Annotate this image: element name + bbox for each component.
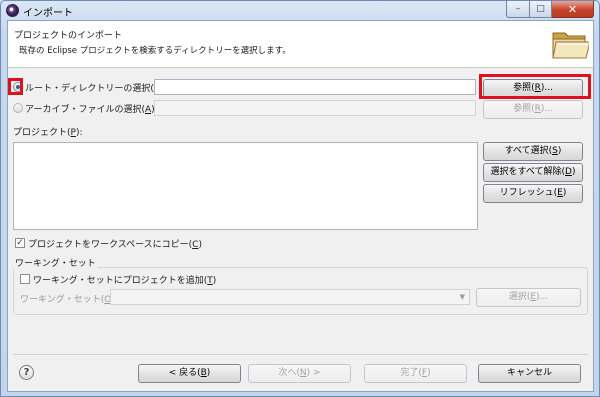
close-icon: ✕ xyxy=(567,2,578,16)
add-to-working-set-checkbox[interactable] xyxy=(20,274,30,284)
archive-file-input[interactable] xyxy=(154,100,476,116)
next-button[interactable]: 次へ(N) > xyxy=(248,364,351,383)
projects-list[interactable] xyxy=(13,142,478,230)
select-all-button[interactable]: すべて選択(S) xyxy=(483,142,583,161)
back-button[interactable]: < 戻る(B) xyxy=(138,364,241,383)
root-directory-input[interactable] xyxy=(154,79,476,95)
help-icon[interactable]: ? xyxy=(19,365,34,380)
archive-browse-button[interactable]: 参照(R)... xyxy=(483,100,583,119)
working-set-group-title: ワーキング・セット xyxy=(13,256,98,269)
folder-icon xyxy=(552,32,589,59)
finish-button[interactable]: 完了(F) xyxy=(364,364,467,383)
add-to-working-set-label: ワーキング・セットにプロジェクトを追加(T) xyxy=(33,276,217,286)
root-directory-label: ルート・ディレクトリーの選択(T): xyxy=(25,84,166,94)
working-set-select-button[interactable]: 選択(E)... xyxy=(476,288,581,307)
maximize-icon: □ xyxy=(536,4,545,14)
window-controls: – □ ✕ xyxy=(506,1,594,18)
page-description: 既存の Eclipse プロジェクトを検索するディレクトリーを選択します。 xyxy=(19,46,291,56)
eclipse-icon xyxy=(6,4,19,17)
refresh-button[interactable]: リフレッシュ(E) xyxy=(483,184,583,203)
maximize-button[interactable]: □ xyxy=(530,1,552,18)
working-set-combo[interactable]: ▼ xyxy=(110,289,470,305)
minimize-icon: – xyxy=(515,4,521,14)
archive-file-label: アーカイブ・ファイルの選択(A): xyxy=(25,105,158,115)
projects-label: プロジェクト(P): xyxy=(13,128,83,138)
archive-file-radio[interactable] xyxy=(13,103,23,113)
cancel-button[interactable]: キャンセル xyxy=(478,364,581,383)
deselect-all-button[interactable]: 選択をすべて解除(D) xyxy=(483,163,583,182)
close-button[interactable]: ✕ xyxy=(552,1,594,18)
root-browse-button[interactable]: 参照(R)... xyxy=(483,79,583,98)
copy-to-workspace-checkbox[interactable]: ✓ xyxy=(15,238,25,248)
chevron-down-icon: ▼ xyxy=(459,293,465,301)
page-title: プロジェクトのインポート xyxy=(14,31,123,41)
dialog-client-area: プロジェクトのインポート 既存の Eclipse プロジェクトを検索するディレク… xyxy=(7,20,594,392)
wizard-header: プロジェクトのインポート 既存の Eclipse プロジェクトを検索するディレク… xyxy=(8,21,593,68)
title-bar[interactable]: インポート – □ ✕ xyxy=(1,1,599,20)
window-title: インポート xyxy=(23,8,73,19)
minimize-button[interactable]: – xyxy=(506,1,530,18)
import-dialog: インポート – □ ✕ プロジェクトのインポート 既存の Eclipse プロジ… xyxy=(0,0,600,397)
copy-to-workspace-label: プロジェクトをワークスペースにコピー(C) xyxy=(28,240,202,250)
working-set-field-label: ワーキング・セット(O): xyxy=(20,295,118,305)
footer-separator xyxy=(13,354,588,355)
root-directory-radio[interactable] xyxy=(13,82,23,92)
